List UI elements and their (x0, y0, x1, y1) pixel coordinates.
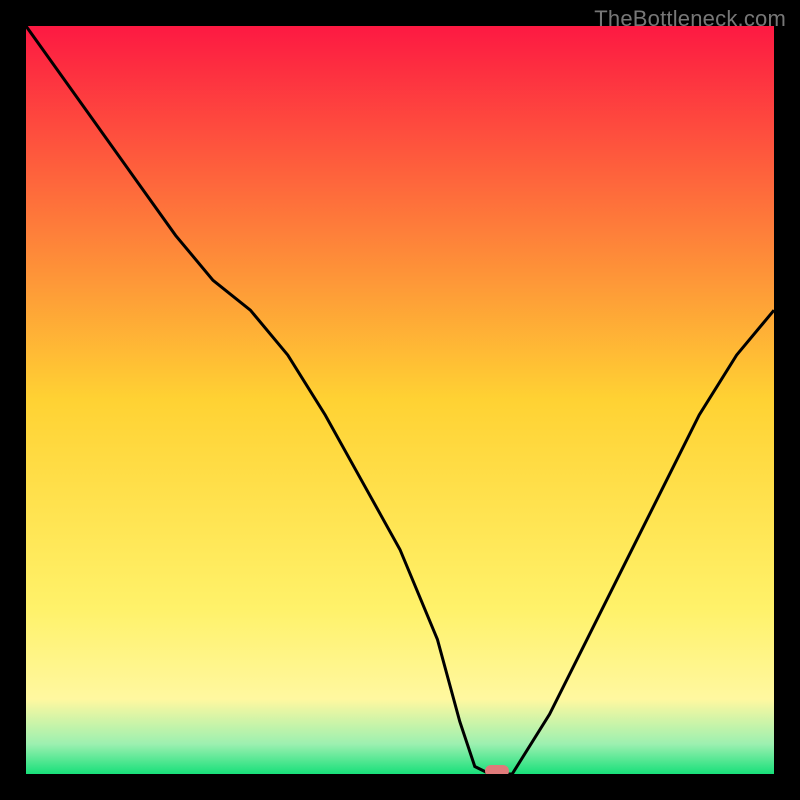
optimal-marker (485, 765, 509, 774)
chart-container: TheBottleneck.com (0, 0, 800, 800)
plot-area (26, 26, 774, 774)
bottleneck-curve (26, 26, 774, 774)
watermark-text: TheBottleneck.com (594, 6, 786, 32)
